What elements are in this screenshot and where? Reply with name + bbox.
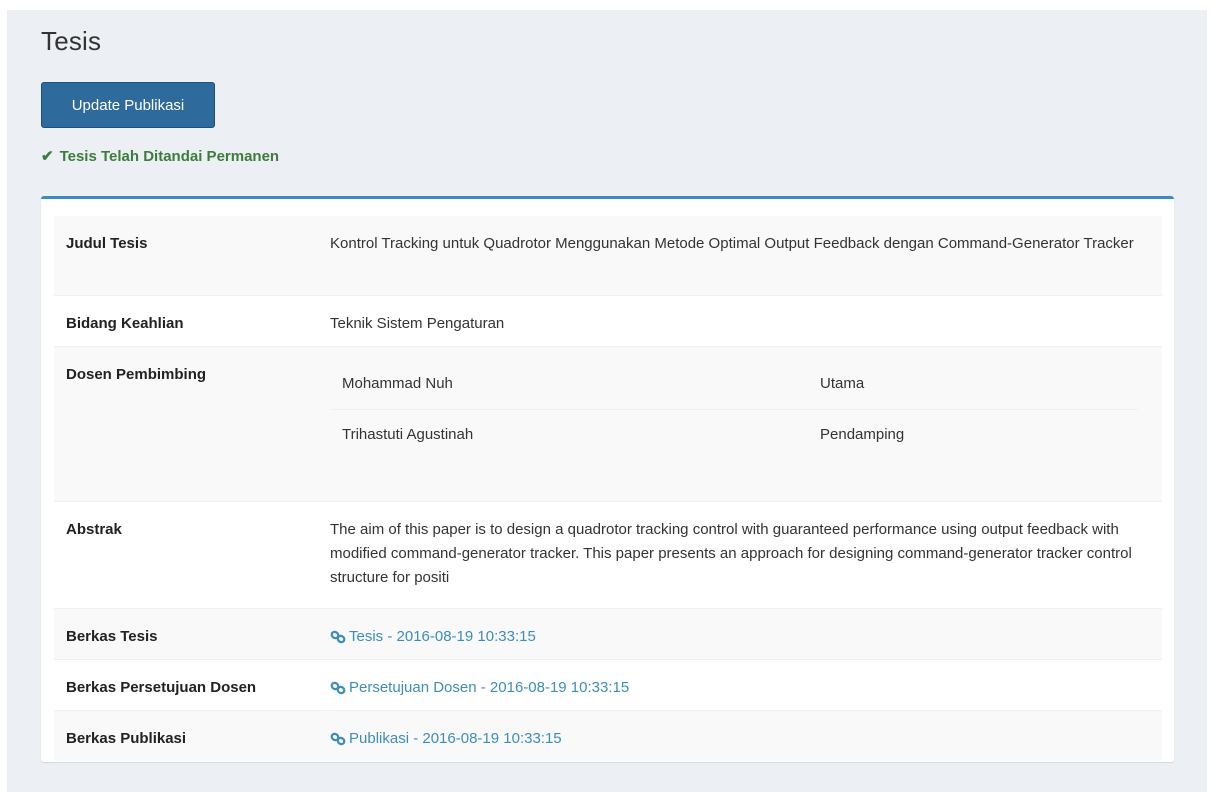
row-bidang: Bidang Keahlian Teknik Sistem Pengaturan <box>54 294 1162 346</box>
dosen-row: Trihastuti Agustinah Pendamping <box>330 408 1138 460</box>
check-icon: ✔ <box>41 148 54 165</box>
berkas-persetujuan-cell: Persetujuan Dosen - 2016-08-19 10:33:15 <box>318 658 1162 710</box>
dosen-name: Trihastuti Agustinah <box>330 408 808 460</box>
berkas-tesis-label: Berkas Tesis <box>54 607 318 659</box>
thesis-detail-box: Judul Tesis Kontrol Tracking untuk Quadr… <box>41 196 1174 762</box>
dosen-table: Mohammad Nuh Utama Trihastuti Agustinah … <box>330 358 1138 460</box>
row-judul: Judul Tesis Kontrol Tracking untuk Quadr… <box>54 216 1162 295</box>
berkas-publikasi-label: Berkas Publikasi <box>54 709 318 761</box>
judul-value: Kontrol Tracking untuk Quadrotor Menggun… <box>318 216 1162 295</box>
link-icon <box>330 630 346 643</box>
row-dosen: Dosen Pembimbing Mohammad Nuh Utama Trih… <box>54 345 1162 501</box>
abstrak-value: The aim of this paper is to design a qua… <box>318 500 1162 608</box>
berkas-publikasi-link-text: Publikasi - 2016-08-19 10:33:15 <box>349 729 562 747</box>
berkas-publikasi-link[interactable]: Publikasi - 2016-08-19 10:33:15 <box>330 727 562 751</box>
row-berkas-tesis: Berkas Tesis Tesis - 2016-08-19 10:33:15 <box>54 607 1162 659</box>
judul-label: Judul Tesis <box>54 216 318 295</box>
row-berkas-persetujuan: Berkas Persetujuan Dosen Persetujuan Dos… <box>54 658 1162 710</box>
berkas-tesis-link[interactable]: Tesis - 2016-08-19 10:33:15 <box>330 625 536 649</box>
dosen-label: Dosen Pembimbing <box>54 345 318 501</box>
berkas-tesis-cell: Tesis - 2016-08-19 10:33:15 <box>318 607 1162 659</box>
thesis-detail-table: Judul Tesis Kontrol Tracking untuk Quadr… <box>54 216 1162 761</box>
link-icon <box>330 681 346 694</box>
dosen-role: Pendamping <box>808 408 1138 460</box>
berkas-persetujuan-label: Berkas Persetujuan Dosen <box>54 658 318 710</box>
berkas-publikasi-cell: Publikasi - 2016-08-19 10:33:15 <box>318 709 1162 761</box>
dosen-name: Mohammad Nuh <box>330 358 808 409</box>
berkas-persetujuan-link-text: Persetujuan Dosen - 2016-08-19 10:33:15 <box>349 678 630 696</box>
update-publikasi-button[interactable]: Update Publikasi <box>41 82 215 128</box>
dosen-row: Mohammad Nuh Utama <box>330 358 1138 409</box>
bidang-value: Teknik Sistem Pengaturan <box>318 294 1162 346</box>
abstrak-label: Abstrak <box>54 500 318 608</box>
status-message: ✔ Tesis Telah Ditandai Permanen <box>41 147 280 166</box>
row-berkas-publikasi: Berkas Publikasi Publikasi - 2016-08-19 … <box>54 709 1162 761</box>
dosen-role: Utama <box>808 358 1138 409</box>
page-title: Tesis <box>41 26 102 56</box>
content-wrapper: Tesis Update Publikasi ✔ Tesis Telah Dit… <box>7 10 1207 792</box>
row-abstrak: Abstrak The aim of this paper is to desi… <box>54 500 1162 608</box>
bidang-label: Bidang Keahlian <box>54 294 318 346</box>
dosen-cell: Mohammad Nuh Utama Trihastuti Agustinah … <box>318 345 1162 501</box>
status-text: Tesis Telah Ditandai Permanen <box>59 147 280 165</box>
link-icon <box>330 732 346 745</box>
berkas-persetujuan-link[interactable]: Persetujuan Dosen - 2016-08-19 10:33:15 <box>330 676 629 700</box>
berkas-tesis-link-text: Tesis - 2016-08-19 10:33:15 <box>349 627 536 645</box>
